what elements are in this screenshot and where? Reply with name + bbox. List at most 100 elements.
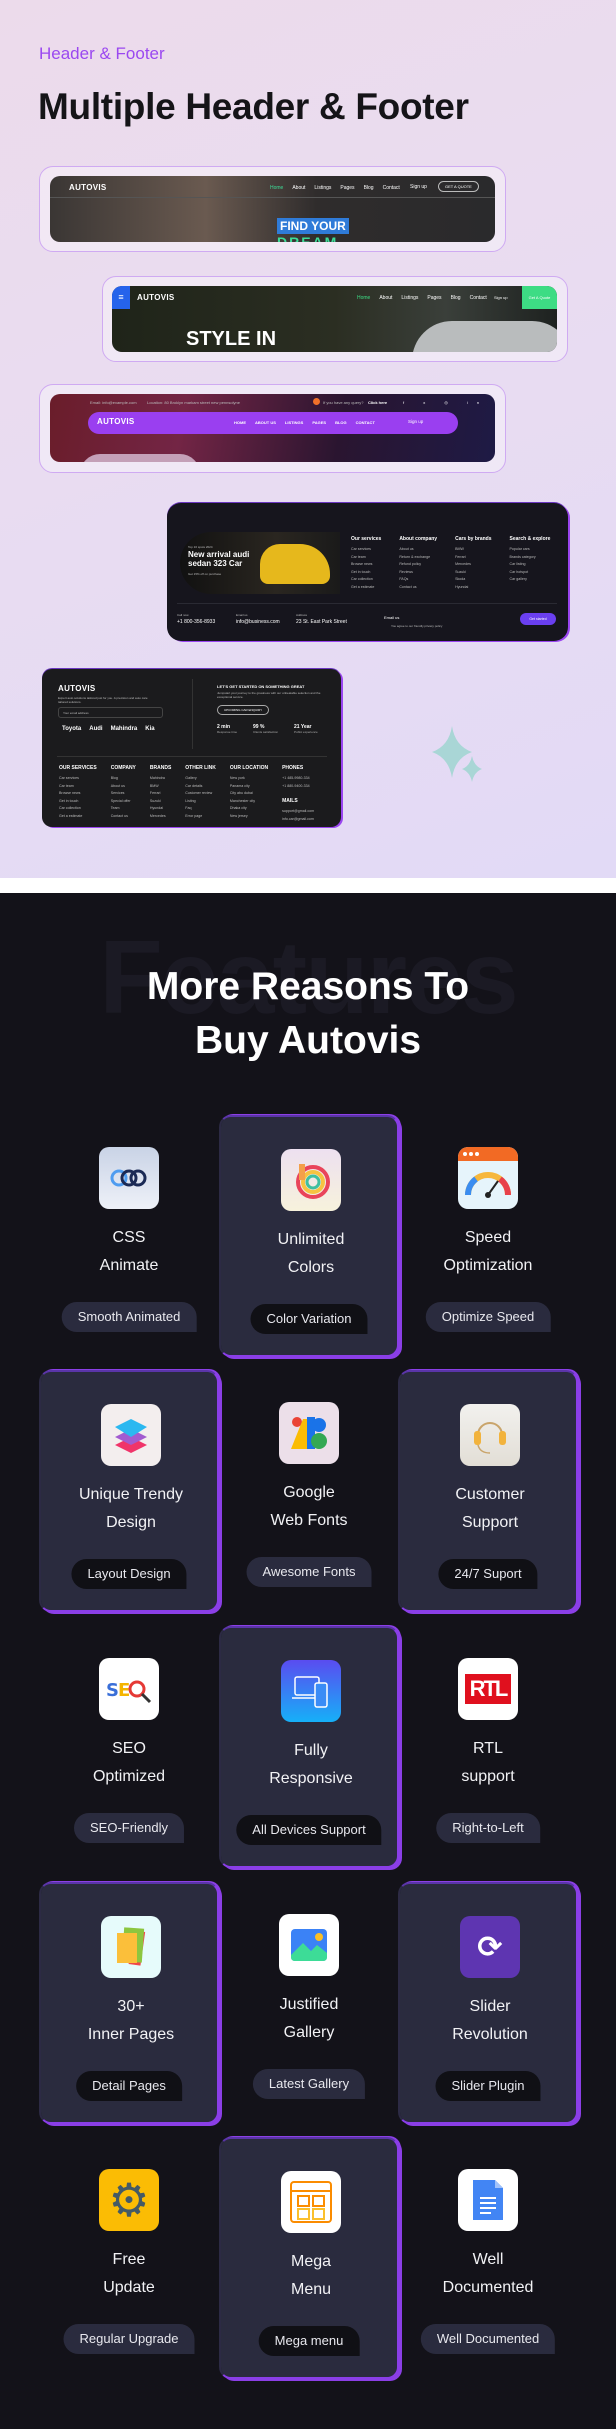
footer-link[interactable]: Car hotspot (510, 569, 551, 577)
footer-link[interactable]: Popular cars (510, 546, 551, 554)
speedometer-icon (458, 1147, 518, 1209)
footer-link[interactable]: Team (111, 805, 136, 813)
get-started-button[interactable]: Get started (520, 613, 556, 625)
footer-link[interactable]: Car collection (351, 576, 381, 584)
footer-link[interactable]: Ferrari (455, 554, 491, 562)
query-text: If you have any query? (323, 400, 364, 405)
nav-item-home[interactable]: HOME (234, 420, 246, 425)
footer-link[interactable]: +1 880-9400-334 (282, 783, 314, 791)
footer-link[interactable]: Car listing (510, 561, 551, 569)
nav-item-listings[interactable]: LISTINGS (285, 420, 303, 425)
nav-item-home[interactable]: Home (357, 295, 370, 301)
devices-icon (281, 1660, 341, 1722)
footer-link[interactable]: Get in touch (351, 569, 381, 577)
nav-item-listings[interactable]: Listings (401, 295, 418, 301)
footer-link[interactable]: support@gmail.com (282, 808, 314, 816)
footer-link[interactable]: Customer review (185, 790, 216, 798)
footer-link[interactable]: Contact us (111, 813, 136, 821)
click-here-link[interactable]: Click here (368, 400, 387, 405)
features-title-line-1: More Reasons To (146, 965, 470, 1008)
footer-link[interactable]: Blog (111, 775, 136, 783)
logo: AUTOVIS (137, 293, 175, 302)
stat: 99 % Clients satisfaction (253, 724, 278, 734)
feature-title: Google Web Fonts (219, 1479, 399, 1535)
nav-item-blog[interactable]: Blog (451, 295, 461, 301)
signup-link[interactable]: Sign up (408, 419, 423, 424)
footer-link[interactable]: About us (111, 783, 136, 791)
footer-link[interactable]: Get a estimate (351, 584, 381, 592)
footer-link[interactable]: Car details (185, 783, 216, 791)
footer-link[interactable]: Browse news (59, 790, 97, 798)
email-input[interactable]: Your email address (58, 707, 163, 718)
footer-link[interactable]: Error page (185, 813, 216, 821)
nav-item-pages[interactable]: Pages (427, 295, 441, 301)
footer-link[interactable]: Contact us (399, 584, 437, 592)
footer-link[interactable]: Special offer (111, 798, 136, 806)
footer-link[interactable]: Refund policy (399, 561, 437, 569)
feature-title: Customer Support (400, 1481, 580, 1537)
nav-item-blog[interactable]: Blog (364, 185, 374, 191)
footer-link[interactable]: Services (111, 790, 136, 798)
nav-item-pages[interactable]: PAGES (312, 420, 326, 425)
newsletter-input[interactable]: Email us (384, 615, 399, 620)
footer-link[interactable]: Hyundai (455, 584, 491, 592)
footer-link[interactable]: About us (399, 546, 437, 554)
get-quote-button[interactable]: GET A QUOTE (438, 181, 479, 192)
get-quote-button[interactable]: Get A Quote (522, 286, 557, 309)
nav-item-about-us[interactable]: ABOUT US (255, 420, 276, 425)
nav-item-contact[interactable]: Contact (383, 185, 400, 191)
nav-item-about[interactable]: About (292, 185, 305, 191)
footer-link[interactable]: Get in touch (59, 798, 97, 806)
footer-link[interactable]: Car services (351, 546, 381, 554)
social-icons[interactable]: f x ◎ in (403, 400, 488, 405)
document-icon (458, 2169, 518, 2231)
footer-link[interactable]: FAQs (399, 576, 437, 584)
privacy-checkbox[interactable]: You agree to our friendly privacy policy (391, 624, 442, 628)
footer-column-title: Our services (351, 536, 382, 542)
footer-link[interactable]: Suzuki (150, 798, 171, 806)
footer-link[interactable]: Browse news (351, 561, 381, 569)
footer-link[interactable]: Suzuki (455, 569, 491, 577)
nav-item-home[interactable]: Home (270, 185, 283, 191)
footer-link[interactable]: BMW (455, 546, 491, 554)
footer-link[interactable]: Mahindra (150, 775, 171, 783)
menu-icon[interactable]: ≡ (112, 286, 130, 309)
hero-heading: STYLE IN (186, 328, 277, 350)
footer-link[interactable]: Panama city (230, 783, 268, 791)
footer-link[interactable]: New york (230, 775, 268, 783)
nav-item-contact[interactable]: CONTACT (356, 420, 375, 425)
footer-link[interactable]: Car team (351, 554, 381, 562)
footer-link[interactable]: Car collection (59, 805, 97, 813)
footer-link[interactable]: Reviews (399, 569, 437, 577)
nav-item-about[interactable]: About (379, 295, 392, 301)
footer-link[interactable]: Hyundai (150, 805, 171, 813)
footer-link[interactable]: Mercedes (150, 813, 171, 821)
footer-link[interactable]: Get a estimate (59, 813, 97, 821)
footer-link[interactable]: BMW (150, 783, 171, 791)
footer-link[interactable]: info.car@gmail.com (282, 816, 314, 824)
feature-card: Justified Gallery Latest Gallery (219, 1882, 399, 2124)
signup-link[interactable]: Sign up (494, 295, 508, 300)
footer-link[interactable]: Ferrari (150, 790, 171, 798)
footer-link[interactable]: Return & exchange (399, 554, 437, 562)
nav-item-listings[interactable]: Listings (314, 185, 331, 191)
nav-item-blog[interactable]: BLOG (335, 420, 347, 425)
footer-link[interactable]: Faq (185, 805, 216, 813)
footer-link[interactable]: Dhaka city (230, 805, 268, 813)
footer-link[interactable]: Car services (59, 775, 97, 783)
nav-item-contact[interactable]: Contact (470, 295, 487, 301)
footer-link[interactable]: Listing (185, 798, 216, 806)
footer-link[interactable]: Mercedes (455, 561, 491, 569)
signup-link[interactable]: Sign up (410, 184, 427, 190)
nav-item-pages[interactable]: Pages (340, 185, 354, 191)
car-enquiry-button[interactable]: UPCOMING CAR ENQUIRY (217, 705, 270, 715)
footer-link[interactable]: Brands category (510, 554, 551, 562)
footer-link[interactable]: Car gallery (510, 576, 551, 584)
footer-link[interactable]: Skoda (455, 576, 491, 584)
footer-link[interactable]: +1 485-9980-334 (282, 775, 314, 783)
footer-link[interactable]: Car team (59, 783, 97, 791)
footer-link[interactable]: Manchester city (230, 798, 268, 806)
footer-link[interactable]: City abu dubai (230, 790, 268, 798)
footer-link[interactable]: New jersey (230, 813, 268, 821)
footer-link[interactable]: Gallery (185, 775, 216, 783)
